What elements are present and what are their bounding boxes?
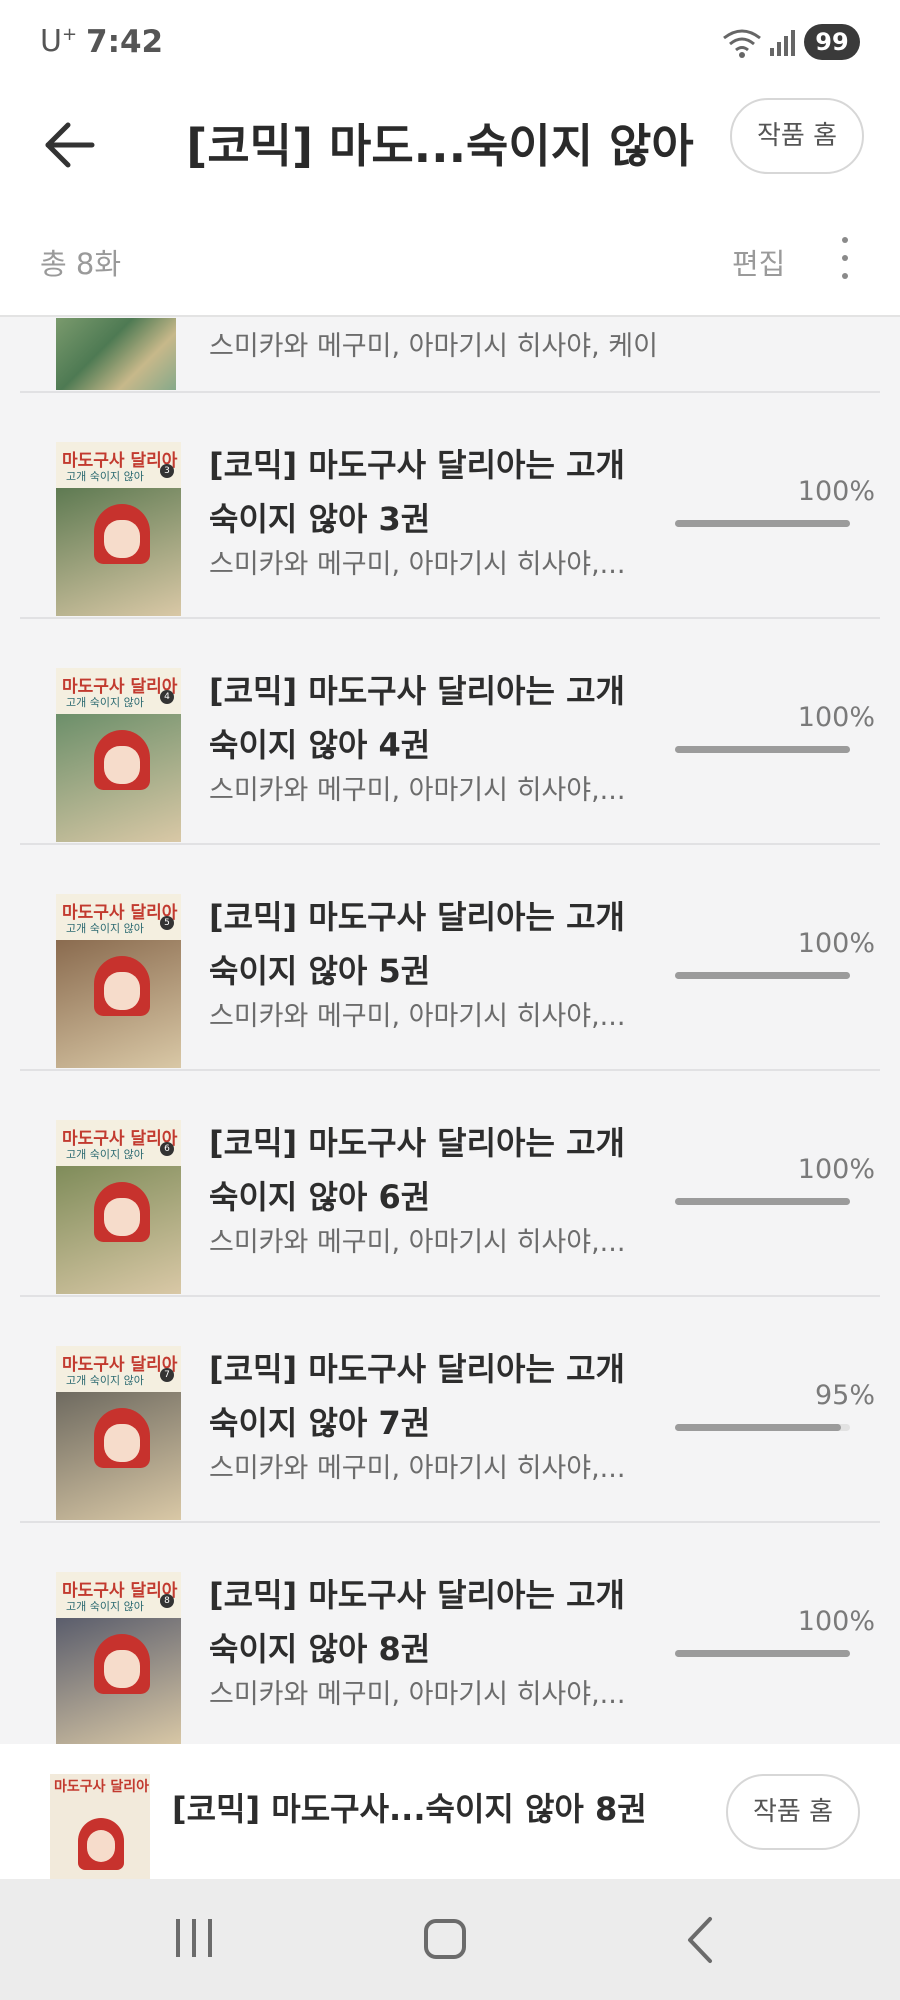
item-author: 스미카와 메구미, 아마기시 히사야,... [209,549,626,580]
progress-percent: 100% [797,1606,875,1637]
cover-volume: 4 [160,690,174,704]
progress-percent: 100% [797,928,875,959]
cover-subtitle: 고개 숙이지 않아 [66,696,144,709]
item-author: 스미카와 메구미, 아마기시 히사야,... [209,1227,626,1258]
recent-title[interactable]: [코믹] 마도구사...숙이지 않아 8권 [172,1784,692,1830]
page-title: [코믹] 마도...숙이지 않아 [186,119,694,173]
list-item[interactable]: 스미카와 메구미, 아마기시 히사야, 케이 [20,318,880,393]
recent-reading-bar[interactable]: 마도구사 달리아 [코믹] 마도구사...숙이지 않아 8권 작품 홈 [0,1744,900,1879]
system-nav-bar [0,1879,900,2000]
list-toolbar: 총 8화 편집 [0,205,900,317]
cover-volume: 8 [160,1594,174,1608]
progress-percent: 100% [797,476,875,507]
progress-bar [675,972,850,979]
wifi-icon [723,29,761,58]
volume-list: 스미카와 메구미, 아마기시 히사야, 케이 마도구사 달리아 고개 숙이지 않아… [0,318,900,1744]
item-author: 스미카와 메구미, 아마기시 히사야,... [209,1679,626,1710]
cover-image: 마도구사 달리아 [50,1774,150,1879]
cover-image: 마도구사 달리아 고개 숙이지 않아 7 [56,1346,181,1520]
progress-percent: 100% [797,1154,875,1185]
progress-bar [675,746,850,753]
cover-art [104,1198,140,1236]
list-item[interactable]: 마도구사 달리아 고개 숙이지 않아 7 [코믹] 마도구사 달리아는 고개 숙이지 … [20,1298,880,1523]
edit-button[interactable]: 편집 [732,241,785,283]
progress-fill [675,1424,841,1431]
list-item[interactable]: 마도구사 달리아 고개 숙이지 않아 3 [코믹] 마도구사 달리아는 고개 숙이지 … [20,394,880,619]
item-author: 스미카와 메구미, 아마기시 히사야,... [209,775,626,806]
home-icon[interactable] [424,1919,466,1959]
list-item[interactable]: 마도구사 달리아 고개 숙이지 않아 8 [코믹] 마도구사 달리아는 고개 숙이지 … [20,1524,880,1744]
progress-bar [675,520,850,527]
cover-image: 마도구사 달리아 고개 숙이지 않아 5 [56,894,181,1068]
item-title: [코믹] 마도구사 달리아는 고개 숙이지 않아 7권 [209,1350,625,1442]
list-item[interactable]: 마도구사 달리아 고개 숙이지 않아 4 [코믹] 마도구사 달리아는 고개 숙이지 … [20,620,880,845]
progress-bar [675,1424,850,1431]
progress-bar [675,1650,850,1657]
cover-volume: 6 [160,1142,174,1156]
screen: U+ 7:42 99 [코믹] 마도...숙이지 않아 작품 홈 총 8화 편집 [0,0,900,2000]
carrier-label: U+ [40,24,78,59]
cover-volume: 5 [160,916,174,930]
work-home-button[interactable]: 작품 홈 [730,98,864,174]
progress-fill [675,1198,850,1205]
cover-subtitle: 고개 숙이지 않아 [66,922,144,935]
item-title: [코믹] 마도구사 달리아는 고개 숙이지 않아 6권 [209,1124,625,1216]
list-item[interactable]: 마도구사 달리아 고개 숙이지 않아 6 [코믹] 마도구사 달리아는 고개 숙이지 … [20,1072,880,1297]
cover-title: 마도구사 달리아 [54,1779,150,1795]
cover-subtitle: 고개 숙이지 않아 [66,1600,144,1613]
list-item[interactable]: 마도구사 달리아 고개 숙이지 않아 5 [코믹] 마도구사 달리아는 고개 숙이지 … [20,846,880,1071]
back-icon[interactable] [680,1915,720,1965]
item-title: [코믹] 마도구사 달리아는 고개 숙이지 않아 5권 [209,898,625,990]
cover-art [104,1424,140,1462]
progress-fill [675,520,850,527]
cover-image: 마도구사 달리아 고개 숙이지 않아 4 [56,668,181,842]
work-home-button[interactable]: 작품 홈 [726,1774,860,1850]
item-title: [코믹] 마도구사 달리아는 고개 숙이지 않아 4권 [209,672,625,764]
recents-icon[interactable] [172,1917,216,1959]
cover-subtitle: 고개 숙이지 않아 [66,1148,144,1161]
cover-volume: 7 [160,1368,174,1382]
cover-subtitle: 고개 숙이지 않아 [66,470,144,483]
more-vertical-icon[interactable] [830,235,860,285]
status-bar: U+ 7:42 99 [0,0,900,85]
cover-art [104,972,140,1010]
cover-image: 마도구사 달리아 고개 숙이지 않아 6 [56,1120,181,1294]
cover-image: 마도구사 달리아 고개 숙이지 않아 3 [56,442,181,616]
total-count: 총 8화 [40,247,122,281]
item-title: [코믹] 마도구사 달리아는 고개 숙이지 않아 8권 [209,1576,625,1668]
progress-bar [675,1198,850,1205]
cover-volume: 3 [160,464,174,478]
progress-fill [675,1650,850,1657]
cover-art [104,746,140,784]
cover-art [104,520,140,558]
status-time: 7:42 [86,24,164,60]
cover-image: 마도구사 달리아 고개 숙이지 않아 8 [56,1572,181,1744]
progress-percent: 100% [797,702,875,733]
cover-art [87,1830,115,1862]
cover-art [104,1650,140,1688]
item-author: 스미카와 메구미, 아마기시 히사야,... [209,1453,626,1484]
cover-image [56,318,176,390]
progress-fill [675,972,850,979]
progress-fill [675,746,850,753]
battery-badge: 99 [804,24,860,60]
app-header: [코믹] 마도...숙이지 않아 작품 홈 [0,85,900,205]
item-author: 스미카와 메구미, 아마기시 히사야,... [209,1001,626,1032]
cover-subtitle: 고개 숙이지 않아 [66,1374,144,1387]
signal-icon [770,30,795,56]
item-author: 스미카와 메구미, 아마기시 히사야, 케이 [209,331,658,362]
progress-percent: 95% [814,1380,875,1411]
item-title: [코믹] 마도구사 달리아는 고개 숙이지 않아 3권 [209,446,625,538]
arrow-left-icon[interactable] [40,115,100,175]
